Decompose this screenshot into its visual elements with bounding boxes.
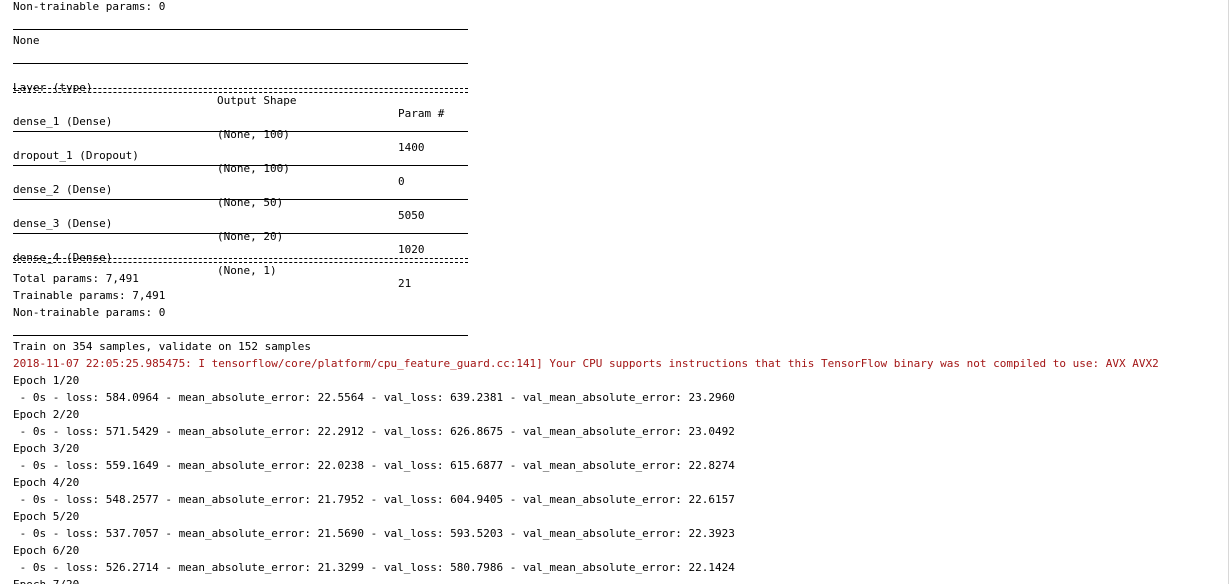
train-header: Train on 354 samples, validate on 152 sa…: [13, 340, 312, 353]
layer-name: dense_1 (Dense): [13, 115, 113, 128]
separator: [13, 233, 468, 234]
summary-return-value: None: [13, 34, 40, 47]
summary-header-row: Layer (type) Output Shape Param #: [13, 68, 468, 120]
epoch-label: Epoch 5/20: [13, 510, 80, 523]
tensorflow-warning: 2018-11-07 22:05:25.985475: I tensorflow…: [13, 357, 1159, 370]
layer-name: dense_3 (Dense): [13, 217, 113, 230]
epoch-metrics: - 0s - loss: 537.7057 - mean_absolute_er…: [13, 527, 735, 540]
epoch-metrics: - 0s - loss: 526.2714 - mean_absolute_er…: [13, 561, 735, 574]
separator: [13, 29, 468, 30]
table-row: dropout_1 (Dropout) (None, 100) 0: [13, 136, 468, 188]
trainable-params: Trainable params: 7,491: [13, 289, 166, 302]
table-row: dense_3 (Dense) (None, 20) 1020: [13, 204, 468, 256]
double-separator: [13, 88, 468, 93]
epoch-label: Epoch 2/20: [13, 408, 80, 421]
epoch-metrics: - 0s - loss: 559.1649 - mean_absolute_er…: [13, 459, 735, 472]
nontrainable-params: Non-trainable params: 0: [13, 306, 166, 319]
layer-name: dropout_1 (Dropout): [13, 149, 139, 162]
epoch-metrics: - 0s - loss: 548.2577 - mean_absolute_er…: [13, 493, 735, 506]
separator: [13, 131, 468, 132]
separator: [13, 199, 468, 200]
param-count: 21: [398, 277, 412, 290]
layer-name: dense_2 (Dense): [13, 183, 113, 196]
double-separator: [13, 258, 468, 263]
table-row: dense_2 (Dense) (None, 50) 5050: [13, 170, 468, 222]
epoch-label: Epoch 1/20: [13, 374, 80, 387]
output-shape: (None, 1): [217, 264, 277, 277]
console-output[interactable]: Non-trainable params: 0 None Layer (type…: [0, 0, 1229, 584]
separator: [13, 63, 468, 64]
table-row: dense_4 (Dense) (None, 1) 21: [13, 238, 468, 290]
total-params: Total params: 7,491: [13, 272, 139, 285]
epoch-label: Epoch 3/20: [13, 442, 80, 455]
nontrainable-params-top: Non-trainable params: 0: [13, 0, 166, 13]
separator: [13, 335, 468, 336]
epoch-label: Epoch 4/20: [13, 476, 80, 489]
separator: [13, 165, 468, 166]
epoch-metrics: - 0s - loss: 571.5429 - mean_absolute_er…: [13, 425, 735, 438]
table-row: dense_1 (Dense) (None, 100) 1400: [13, 102, 468, 154]
epoch-metrics: - 0s - loss: 584.0964 - mean_absolute_er…: [13, 391, 735, 404]
epoch-label-partial: Epoch 7/20: [13, 578, 79, 584]
epoch-label: Epoch 6/20: [13, 544, 80, 557]
